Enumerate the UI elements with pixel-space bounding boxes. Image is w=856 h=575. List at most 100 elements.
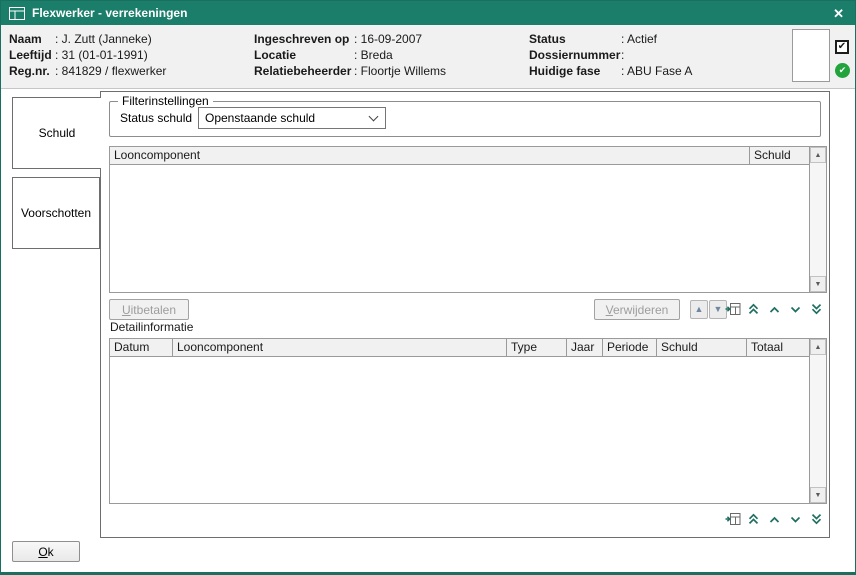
button-label: itbetalen <box>131 303 176 317</box>
up-arrow-icon: ▲ <box>815 152 822 159</box>
insert-record-icon <box>725 302 741 316</box>
record-nav-icons <box>724 510 825 528</box>
detail-section-title: Detailinformatie <box>110 320 193 334</box>
column-header-looncomponent: Looncomponent <box>110 147 749 164</box>
scrollbar-down-button[interactable]: ▼ <box>810 276 826 292</box>
scrollbar-up-button[interactable]: ▲ <box>810 339 826 355</box>
tab-voorschotten[interactable]: Voorschotten <box>12 177 100 249</box>
dialog-body: Schuld Voorschotten Filterinstellingen S… <box>1 89 855 572</box>
info-value: : <box>621 48 624 62</box>
column-header-jaar: Jaar <box>566 339 602 356</box>
scroll-to-bottom-button[interactable] <box>808 301 825 318</box>
detail-table: Datum Looncomponent Type Jaar Periode Sc… <box>109 338 827 504</box>
scroll-down-button[interactable] <box>787 301 804 318</box>
move-up-button[interactable]: ▲ <box>690 300 708 319</box>
double-chevron-down-icon <box>810 302 823 316</box>
header-col-personal: Naam: J. Zutt (Janneke) Leeftijd: 31 (01… <box>9 31 166 79</box>
button-label: erwijderen <box>613 303 668 317</box>
down-arrow-icon: ▼ <box>815 281 822 288</box>
uitbetalen-button[interactable]: Uitbetalen <box>109 299 189 320</box>
up-arrow-icon: ▲ <box>695 305 704 314</box>
photo-placeholder <box>792 29 830 82</box>
scroll-down-button[interactable] <box>787 511 804 528</box>
scroll-to-top-button[interactable] <box>745 301 762 318</box>
schuld-table-body[interactable] <box>110 165 809 292</box>
schuld-table-header: Looncomponent Schuld <box>110 147 809 165</box>
info-label: Reg.nr. <box>9 63 55 79</box>
ok-button[interactable]: Ok <box>12 541 80 562</box>
schuld-table: Looncomponent Schuld ▲ ▼ <box>109 146 827 293</box>
filter-legend: Filterinstellingen <box>118 94 213 108</box>
status-ok-icon: ✔ <box>835 63 850 78</box>
button-mnemonic: O <box>38 545 47 559</box>
app-icon <box>9 7 25 20</box>
titlebar: Flexwerker - verrekeningen ✕ <box>1 1 855 25</box>
vertical-scrollbar[interactable]: ▲ ▼ <box>809 147 826 292</box>
chevron-down-icon <box>789 303 802 316</box>
scrollbar-up-button[interactable]: ▲ <box>810 147 826 163</box>
info-label: Dossiernummer <box>529 47 621 63</box>
chevron-down-icon <box>369 111 379 121</box>
info-label: Leeftijd <box>9 47 55 63</box>
status-schuld-select[interactable]: Openstaande schuld <box>198 107 386 129</box>
chevron-up-icon <box>768 303 781 316</box>
scroll-up-button[interactable] <box>766 511 783 528</box>
column-header-periode: Periode <box>602 339 656 356</box>
scrollbar-track[interactable] <box>810 355 826 487</box>
header-checkbox[interactable]: ✔ <box>835 40 849 54</box>
schuld-table-content: Looncomponent Schuld <box>110 147 809 292</box>
info-value: : 841829 / flexwerker <box>55 64 166 78</box>
vertical-scrollbar[interactable]: ▲ ▼ <box>809 339 826 503</box>
column-header-schuld: Schuld <box>656 339 746 356</box>
tab-schuld[interactable]: Schuld <box>12 97 101 169</box>
button-mnemonic: U <box>122 303 131 317</box>
verwijderen-button[interactable]: Verwijderen <box>594 299 680 320</box>
column-header-looncomponent: Looncomponent <box>172 339 506 356</box>
scroll-to-top-button[interactable] <box>745 511 762 528</box>
double-chevron-up-icon <box>747 302 760 316</box>
detail-table-body[interactable] <box>110 357 809 503</box>
up-arrow-icon: ▲ <box>815 344 822 351</box>
header-info-panel: Naam: J. Zutt (Janneke) Leeftijd: 31 (01… <box>1 25 855 89</box>
select-value: Openstaande schuld <box>205 111 315 125</box>
detail-table-header: Datum Looncomponent Type Jaar Periode Sc… <box>110 339 809 357</box>
scroll-up-button[interactable] <box>766 301 783 318</box>
insert-record-icon <box>725 512 741 526</box>
scroll-to-bottom-button[interactable] <box>808 511 825 528</box>
schuld-panel: Filterinstellingen Status schuld Opensta… <box>100 91 830 538</box>
button-label: k <box>48 545 54 559</box>
column-header-schuld: Schuld <box>749 147 809 164</box>
down-arrow-icon: ▼ <box>714 305 723 314</box>
scrollbar-down-button[interactable]: ▼ <box>810 487 826 503</box>
header-col-status: Status: Actief Dossiernummer: Huidige fa… <box>529 31 692 79</box>
filter-fieldset: Filterinstellingen Status schuld Opensta… <box>109 101 821 137</box>
info-label: Locatie <box>254 47 354 63</box>
info-value: : Actief <box>621 32 657 46</box>
down-arrow-icon: ▼ <box>815 492 822 499</box>
tab-label: Schuld <box>39 126 76 140</box>
button-mnemonic: V <box>606 303 613 317</box>
column-header-type: Type <box>506 339 566 356</box>
info-value: : 16-09-2007 <box>354 32 422 46</box>
info-label: Naam <box>9 31 55 47</box>
double-chevron-down-icon <box>810 512 823 526</box>
double-chevron-up-icon <box>747 512 760 526</box>
tab-label: Voorschotten <box>21 206 91 220</box>
info-value: : J. Zutt (Janneke) <box>55 32 152 46</box>
status-schuld-label: Status schuld <box>120 111 192 125</box>
insert-record-button[interactable] <box>724 511 741 528</box>
column-header-datum: Datum <box>110 339 172 356</box>
insert-record-button[interactable] <box>724 301 741 318</box>
header-col-registration: Ingeschreven op: 16-09-2007 Locatie: Bre… <box>254 31 446 79</box>
chevron-up-icon <box>768 513 781 526</box>
info-value: : 31 (01-01-1991) <box>55 48 148 62</box>
check-icon: ✔ <box>839 66 847 75</box>
info-label: Status <box>529 31 621 47</box>
column-header-totaal: Totaal <box>746 339 809 356</box>
chevron-down-icon <box>789 513 802 526</box>
close-icon[interactable]: ✕ <box>830 5 847 22</box>
record-nav-icons <box>724 300 825 318</box>
scrollbar-track[interactable] <box>810 163 826 276</box>
info-value: : Breda <box>354 48 393 62</box>
detail-table-content: Datum Looncomponent Type Jaar Periode Sc… <box>110 339 809 503</box>
